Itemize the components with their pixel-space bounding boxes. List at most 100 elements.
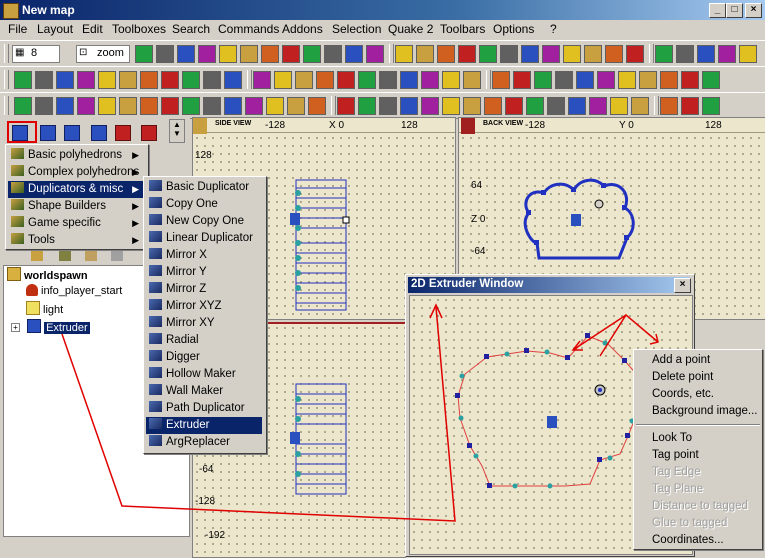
- tree-item-info-player-start[interactable]: info_player_start: [26, 284, 122, 297]
- context-menu-item[interactable]: Look To: [652, 430, 692, 447]
- toolbar-tool-icon[interactable]: [702, 71, 720, 89]
- toolbar-tool-icon[interactable]: [119, 71, 137, 89]
- toolbar-tool-icon[interactable]: [442, 71, 460, 89]
- close-button[interactable]: ×: [745, 3, 762, 18]
- duplicator-item[interactable]: Digger: [146, 349, 262, 366]
- toolbar-tool-icon[interactable]: [140, 71, 158, 89]
- toolbar-tool-icon[interactable]: [589, 97, 607, 115]
- toolbar-tool-icon[interactable]: [584, 45, 602, 63]
- toolbar-tool-icon[interactable]: [400, 97, 418, 115]
- blue-cube-icon[interactable]: [91, 125, 107, 141]
- menu-toolboxes[interactable]: Toolboxes: [112, 22, 166, 36]
- toolbar-tool-icon[interactable]: [660, 71, 678, 89]
- toolbar-tool-icon[interactable]: [303, 45, 321, 63]
- duplicator-item[interactable]: Wall Maker: [146, 383, 262, 400]
- menu-quake2[interactable]: Quake 2: [388, 22, 433, 36]
- menu-commands[interactable]: Commands: [218, 22, 279, 36]
- toolbar-tool-icon[interactable]: [505, 97, 523, 115]
- expand-icon[interactable]: +: [11, 323, 20, 332]
- toolbar-tool-icon[interactable]: [198, 45, 216, 63]
- toolbar-tool-icon[interactable]: [437, 45, 455, 63]
- context-menu-item[interactable]: Coords, etc.: [652, 386, 714, 403]
- toolbar-tool-icon[interactable]: [98, 97, 116, 115]
- toolbar-tool-icon[interactable]: [484, 97, 502, 115]
- toolbar-tool-icon[interactable]: [119, 97, 137, 115]
- tree-item-light[interactable]: light: [26, 301, 63, 316]
- toolbar-tool-icon[interactable]: [316, 71, 334, 89]
- blue-cube-icon[interactable]: [12, 125, 28, 141]
- toolbar-tool-icon[interactable]: [479, 45, 497, 63]
- toolbar-tool-icon[interactable]: [421, 71, 439, 89]
- toolbar-tool-icon[interactable]: [681, 97, 699, 115]
- toolbar-tool-icon[interactable]: [626, 45, 644, 63]
- entity-icon[interactable]: [85, 249, 97, 261]
- toolbar-tool-icon[interactable]: [521, 45, 539, 63]
- toolbar-tool-icon[interactable]: [177, 45, 195, 63]
- toolbar-tool-icon[interactable]: [161, 97, 179, 115]
- toolbar-tool-icon[interactable]: [77, 97, 95, 115]
- menu-toolbars[interactable]: Toolbars: [440, 22, 485, 36]
- duplicator-item[interactable]: Linear Duplicator: [146, 230, 262, 247]
- toolbar-tool-icon[interactable]: [421, 97, 439, 115]
- toolbar-tool-icon[interactable]: [224, 71, 242, 89]
- context-menu-item[interactable]: Coordinates...: [652, 532, 724, 549]
- toolbar-tool-icon[interactable]: [224, 97, 242, 115]
- toolbar-grip[interactable]: [4, 70, 9, 89]
- context-menu-item[interactable]: Add a point: [652, 352, 710, 369]
- toolbar-tool-icon[interactable]: [534, 71, 552, 89]
- duplicator-item[interactable]: Mirror Y: [146, 264, 262, 281]
- context-menu-item[interactable]: Tag point: [652, 447, 699, 464]
- toolbar-tool-icon[interactable]: [14, 97, 32, 115]
- duplicator-item[interactable]: Mirror X: [146, 247, 262, 264]
- context-menu-item[interactable]: Delete point: [652, 369, 713, 386]
- zoom-field[interactable]: ⊡ zoom: [76, 45, 130, 63]
- toolbar-tool-icon[interactable]: [660, 97, 678, 115]
- toolbar-tool-icon[interactable]: [358, 97, 376, 115]
- menu-layout[interactable]: Layout: [37, 22, 73, 36]
- menu-help[interactable]: ?: [550, 22, 557, 36]
- toolbar-tool-icon[interactable]: [563, 45, 581, 63]
- toolbar-tool-icon[interactable]: [56, 71, 74, 89]
- toolbar-tool-icon[interactable]: [161, 71, 179, 89]
- toolbar-tool-icon[interactable]: [379, 71, 397, 89]
- duplicator-item[interactable]: Copy One: [146, 196, 262, 213]
- toolbar-tool-icon[interactable]: [274, 71, 292, 89]
- toolbar-tool-icon[interactable]: [639, 71, 657, 89]
- toolbar-tool-icon[interactable]: [702, 97, 720, 115]
- toolbar-tool-icon[interactable]: [345, 45, 363, 63]
- toolbar-tool-icon[interactable]: [526, 97, 544, 115]
- toolbar-tool-icon[interactable]: [605, 45, 623, 63]
- toolbar-tool-icon[interactable]: [681, 71, 699, 89]
- toolbar-tool-icon[interactable]: [77, 71, 95, 89]
- toolbar-tool-icon[interactable]: [337, 97, 355, 115]
- category-item[interactable]: Shape Builders ▶: [8, 198, 144, 215]
- toolbar-tool-icon[interactable]: [337, 71, 355, 89]
- toolbar-tool-icon[interactable]: [182, 97, 200, 115]
- group-icon[interactable]: [111, 249, 123, 261]
- toolbar-tool-icon[interactable]: [308, 97, 326, 115]
- toolbar-tool-icon[interactable]: [442, 97, 460, 115]
- toolbar-tool-icon[interactable]: [576, 71, 594, 89]
- toolbar-tool-icon[interactable]: [416, 45, 434, 63]
- context-menu-item[interactable]: Background image...: [652, 403, 757, 420]
- menu-file[interactable]: File: [8, 22, 27, 36]
- toolbar-tool-icon[interactable]: [156, 45, 174, 63]
- toolbar-tool-icon[interactable]: [597, 71, 615, 89]
- maximize-button[interactable]: □: [726, 3, 743, 18]
- toolbar-tool-icon[interactable]: [35, 97, 53, 115]
- duplicator-item[interactable]: Mirror XY: [146, 315, 262, 332]
- grid-size-field[interactable]: ▦ 8: [12, 45, 60, 63]
- toolbar-tool-icon[interactable]: [266, 97, 284, 115]
- duplicator-item[interactable]: Path Duplicator: [146, 400, 262, 417]
- toolbar-tool-icon[interactable]: [542, 45, 560, 63]
- toolbar-tool-icon[interactable]: [379, 97, 397, 115]
- red-cube-icon[interactable]: [141, 125, 157, 141]
- duplicator-item[interactable]: Extruder: [146, 417, 262, 434]
- duplicator-item[interactable]: Basic Duplicator: [146, 179, 262, 196]
- menu-edit[interactable]: Edit: [82, 22, 103, 36]
- category-item[interactable]: Basic polyhedrons ▶: [8, 147, 144, 164]
- red-cube-icon[interactable]: [115, 125, 131, 141]
- toolbar-tool-icon[interactable]: [98, 71, 116, 89]
- toolbar-tool-icon[interactable]: [203, 97, 221, 115]
- extruder-close-button[interactable]: ×: [674, 278, 691, 293]
